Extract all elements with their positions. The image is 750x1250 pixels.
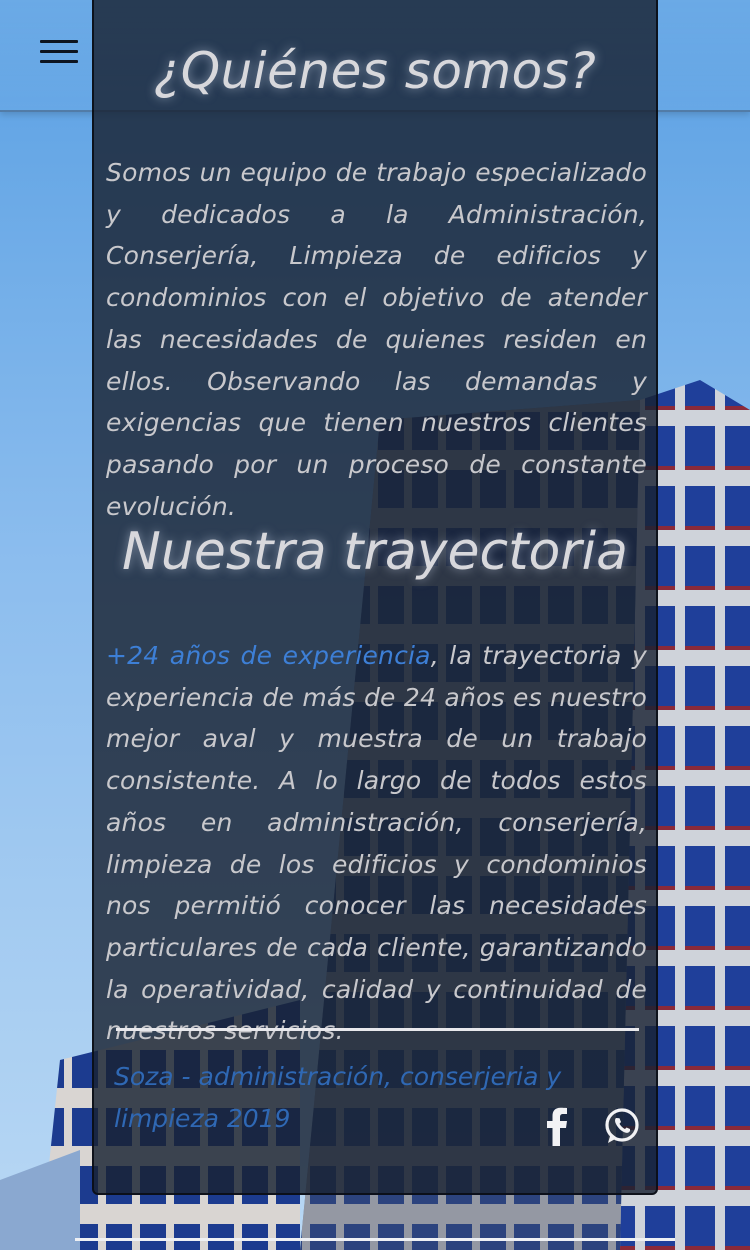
history-text-block: +24 años de experiencia, la trayectoria … [106, 635, 647, 1052]
about-title: ¿Quiénes somos? [153, 42, 597, 100]
content-panel: ¿Quiénes somos? Somos un equipo de traba… [92, 0, 658, 1195]
whatsapp-icon[interactable] [602, 1106, 642, 1146]
history-title: Nuestra trayectoria [122, 522, 628, 582]
experience-highlight-link[interactable]: +24 años de experiencia [106, 641, 431, 670]
about-text: Somos un equipo de trabajo especializado… [106, 158, 647, 521]
menu-icon[interactable] [40, 40, 78, 70]
history-text: , la trayectoria y experiencia de más de… [106, 641, 647, 1045]
footer-divider [116, 1028, 639, 1031]
bottom-divider [75, 1238, 675, 1241]
facebook-icon[interactable] [538, 1106, 578, 1146]
